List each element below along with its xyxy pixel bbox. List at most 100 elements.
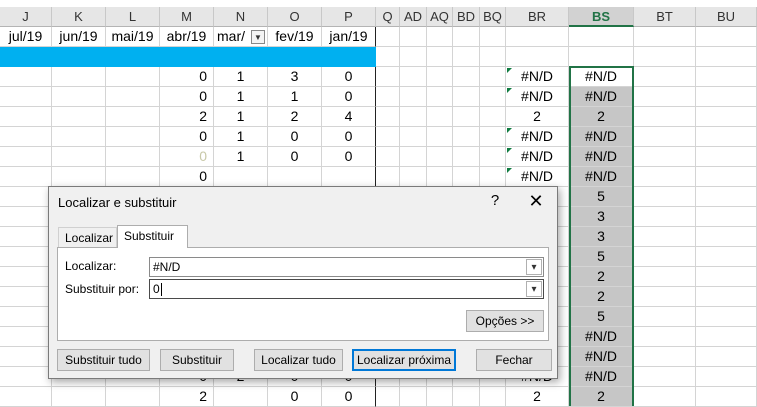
cell-q[interactable] xyxy=(376,167,400,187)
cell-br[interactable]: #N/D xyxy=(506,87,569,107)
cell-br[interactable]: #N/D xyxy=(506,127,569,147)
cell-q[interactable] xyxy=(376,67,400,87)
month-header-cell[interactable]: abr/19 xyxy=(160,27,214,47)
cell-k[interactable] xyxy=(52,387,106,407)
cell-bd[interactable] xyxy=(453,387,480,407)
cell-bd[interactable] xyxy=(453,167,480,187)
cell-j[interactable] xyxy=(0,127,52,147)
cell-bs[interactable]: 5 xyxy=(569,307,634,327)
column-header-j[interactable]: J xyxy=(0,7,52,27)
cell-m[interactable]: 0 xyxy=(160,87,214,107)
empty-cell[interactable] xyxy=(634,27,696,47)
empty-cell[interactable] xyxy=(569,47,634,67)
cell-bt[interactable] xyxy=(634,207,696,227)
filter-dropdown-icon[interactable]: ▼ xyxy=(251,30,265,44)
cell-j[interactable] xyxy=(0,387,52,407)
cell-bu[interactable] xyxy=(696,307,757,327)
empty-cell[interactable] xyxy=(506,27,569,47)
cell-m[interactable]: 0 xyxy=(160,147,214,167)
cell-bd[interactable] xyxy=(453,127,480,147)
cell-br[interactable]: 2 xyxy=(506,387,569,407)
cell-aq[interactable] xyxy=(427,87,453,107)
column-header-bu[interactable]: BU xyxy=(696,7,757,27)
cell-bt[interactable] xyxy=(634,327,696,347)
cell-bd[interactable] xyxy=(453,87,480,107)
cell-bs[interactable]: #N/D xyxy=(569,67,634,87)
cell-j[interactable] xyxy=(0,187,52,207)
help-button[interactable]: ? xyxy=(485,192,505,209)
cell-bs[interactable]: 5 xyxy=(569,247,634,267)
cell-bt[interactable] xyxy=(634,227,696,247)
close-button[interactable]: Fechar xyxy=(476,349,552,371)
cell-bs[interactable]: #N/D xyxy=(569,367,634,387)
cell-o[interactable] xyxy=(268,167,322,187)
cell-aq[interactable] xyxy=(427,67,453,87)
find-all-button[interactable]: Localizar tudo xyxy=(254,349,343,371)
empty-cell[interactable] xyxy=(453,47,480,67)
cell-bs[interactable]: #N/D xyxy=(569,127,634,147)
cell-bs[interactable]: 2 xyxy=(569,267,634,287)
cell-ad[interactable] xyxy=(400,387,427,407)
empty-cell[interactable] xyxy=(376,27,400,47)
replace-dropdown-chevron-icon[interactable]: ▾ xyxy=(526,281,542,297)
cell-aq[interactable] xyxy=(427,127,453,147)
cell-o[interactable]: 0 xyxy=(268,387,322,407)
cell-m[interactable]: 2 xyxy=(160,387,214,407)
cell-l[interactable] xyxy=(106,167,160,187)
cell-m[interactable]: 0 xyxy=(160,127,214,147)
cell-br[interactable]: #N/D xyxy=(506,167,569,187)
cell-bt[interactable] xyxy=(634,87,696,107)
cell-j[interactable] xyxy=(0,267,52,287)
find-dropdown-chevron-icon[interactable]: ▾ xyxy=(526,259,542,275)
cell-j[interactable] xyxy=(0,147,52,167)
cell-q[interactable] xyxy=(376,107,400,127)
empty-cell[interactable] xyxy=(480,27,506,47)
cell-bt[interactable] xyxy=(634,107,696,127)
cell-l[interactable] xyxy=(106,87,160,107)
cell-bq[interactable] xyxy=(480,107,506,127)
column-header-bs[interactable]: BS xyxy=(569,7,634,27)
cell-bu[interactable] xyxy=(696,327,757,347)
cell-m[interactable]: 0 xyxy=(160,167,214,187)
cell-bt[interactable] xyxy=(634,287,696,307)
empty-cell[interactable] xyxy=(634,47,696,67)
cell-bs[interactable]: #N/D xyxy=(569,327,634,347)
cell-o[interactable]: 0 xyxy=(268,127,322,147)
empty-cell[interactable] xyxy=(453,27,480,47)
cell-bq[interactable] xyxy=(480,167,506,187)
cell-j[interactable] xyxy=(0,87,52,107)
cell-bu[interactable] xyxy=(696,167,757,187)
cell-j[interactable] xyxy=(0,167,52,187)
cell-o[interactable]: 2 xyxy=(268,107,322,127)
cell-j[interactable] xyxy=(0,367,52,387)
month-header-cell[interactable]: jan/19 xyxy=(322,27,376,47)
cell-l[interactable] xyxy=(106,127,160,147)
empty-cell[interactable] xyxy=(696,47,757,67)
cell-n[interactable] xyxy=(214,167,268,187)
empty-cell[interactable] xyxy=(400,47,427,67)
cell-k[interactable] xyxy=(52,87,106,107)
cell-bd[interactable] xyxy=(453,67,480,87)
column-header-n[interactable]: N xyxy=(214,7,268,27)
cell-p[interactable]: 0 xyxy=(322,387,376,407)
cell-bt[interactable] xyxy=(634,247,696,267)
cell-bd[interactable] xyxy=(453,147,480,167)
cell-ad[interactable] xyxy=(400,167,427,187)
column-header-m[interactable]: M xyxy=(160,7,214,27)
cell-bq[interactable] xyxy=(480,87,506,107)
cell-bq[interactable] xyxy=(480,67,506,87)
cell-bs[interactable]: 3 xyxy=(569,207,634,227)
cell-n[interactable] xyxy=(214,387,268,407)
cell-p[interactable]: 4 xyxy=(322,107,376,127)
cell-aq[interactable] xyxy=(427,147,453,167)
cell-bs[interactable]: 2 xyxy=(569,387,634,407)
cell-k[interactable] xyxy=(52,67,106,87)
cell-j[interactable] xyxy=(0,347,52,367)
cell-bu[interactable] xyxy=(696,287,757,307)
replace-all-button[interactable]: Substituir tudo xyxy=(57,349,150,371)
cell-bs[interactable]: #N/D xyxy=(569,347,634,367)
cell-aq[interactable] xyxy=(427,167,453,187)
cell-ad[interactable] xyxy=(400,87,427,107)
cell-j[interactable] xyxy=(0,227,52,247)
month-header-cell[interactable]: jul/19 xyxy=(0,27,52,47)
